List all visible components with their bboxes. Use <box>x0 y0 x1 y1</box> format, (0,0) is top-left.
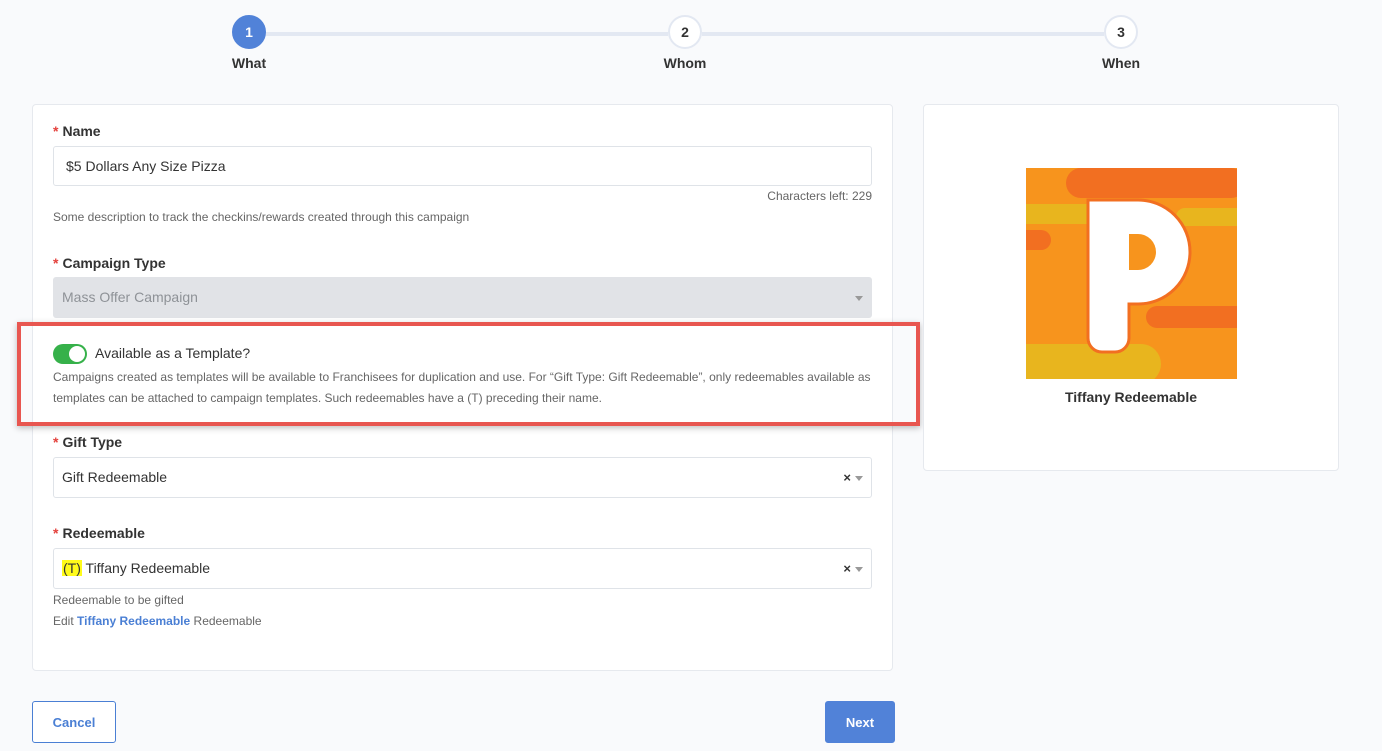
redeemable-select[interactable]: (T) Tiffany Redeemable × <box>53 548 872 589</box>
redeemable-help: Redeemable to be gifted <box>53 593 184 607</box>
chevron-down-icon[interactable] <box>855 476 863 481</box>
step-connector <box>702 32 1104 36</box>
name-input[interactable]: $5 Dollars Any Size Pizza <box>53 146 872 186</box>
cancel-button[interactable]: Cancel <box>32 701 116 743</box>
chevron-down-icon <box>855 296 863 301</box>
p-logo-icon <box>1026 168 1237 379</box>
clear-icon[interactable]: × <box>843 458 851 497</box>
step-label: What <box>231 55 267 71</box>
campaign-type-label: * Campaign Type <box>53 255 166 271</box>
redeemable-label: * Redeemable <box>53 525 145 541</box>
gift-type-select[interactable]: Gift Redeemable × <box>53 457 872 498</box>
step-connector <box>266 32 668 36</box>
next-button[interactable]: Next <box>825 701 895 743</box>
redeemable-value: Tiffany Redeemable <box>85 560 211 576</box>
campaign-type-select: Mass Offer Campaign <box>53 277 872 318</box>
edit-redeemable-text: Edit Tiffany Redeemable Redeemable <box>53 614 262 628</box>
step-label: Whom <box>663 55 707 71</box>
characters-left: Characters left: 229 <box>767 189 872 203</box>
step-what[interactable]: 1 What <box>209 15 289 71</box>
step-number: 3 <box>1104 15 1138 49</box>
step-number: 1 <box>232 15 266 49</box>
step-when[interactable]: 3 When <box>1081 15 1161 71</box>
name-label: * Name <box>53 123 101 139</box>
required-marker: * <box>53 255 59 271</box>
gift-type-label: * Gift Type <box>53 434 123 450</box>
required-marker: * <box>53 525 59 541</box>
toggle-knob <box>69 346 85 362</box>
edit-redeemable-link[interactable]: Tiffany Redeemable <box>77 614 190 628</box>
clear-icon[interactable]: × <box>843 549 851 588</box>
campaign-type-value: Mass Offer Campaign <box>62 289 198 305</box>
required-marker: * <box>53 123 59 139</box>
redeemable-preview: Tiffany Redeemable <box>923 104 1339 471</box>
preview-title: Tiffany Redeemable <box>1064 389 1197 405</box>
step-whom[interactable]: 2 Whom <box>645 15 725 71</box>
name-help: Some description to track the checkins/r… <box>53 210 470 224</box>
step-label: When <box>1101 55 1141 71</box>
gift-type-value: Gift Redeemable <box>62 469 168 485</box>
campaign-form: * Name $5 Dollars Any Size Pizza Characte… <box>32 104 893 671</box>
step-number: 2 <box>668 15 702 49</box>
template-toggle[interactable] <box>53 344 87 364</box>
progress-stepper: 1 What 2 Whom 3 When <box>0 15 1382 75</box>
required-marker: * <box>53 434 59 450</box>
template-help: Campaigns created as templates will be a… <box>53 370 871 405</box>
template-tag: (T) <box>62 560 82 576</box>
chevron-down-icon[interactable] <box>855 567 863 572</box>
template-toggle-label: Available as a Template? <box>95 345 251 361</box>
